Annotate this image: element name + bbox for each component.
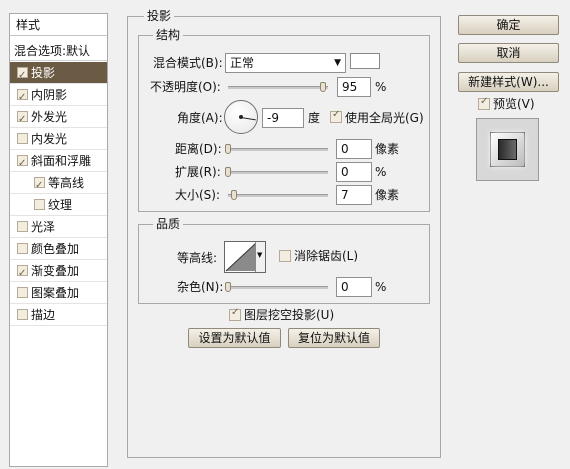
style-item[interactable]: 光泽 bbox=[10, 216, 107, 238]
style-item[interactable]: 颜色叠加 bbox=[10, 238, 107, 260]
knockout-label: 图层挖空投影(U) bbox=[244, 308, 335, 322]
distance-label: 距离(D): bbox=[175, 142, 222, 156]
style-item[interactable]: 内阴影 bbox=[10, 84, 107, 109]
noise-slider-track[interactable] bbox=[228, 286, 328, 289]
contour-dropdown-arrow[interactable]: ▼ bbox=[255, 242, 265, 272]
distance-slider-thumb[interactable] bbox=[225, 144, 231, 154]
style-item-checkbox[interactable] bbox=[17, 263, 28, 285]
style-item-label: 外发光 bbox=[31, 110, 68, 124]
style-item-checkbox[interactable] bbox=[17, 287, 28, 298]
size-slider-track[interactable] bbox=[228, 194, 328, 197]
spread-input[interactable]: 0 bbox=[336, 162, 372, 182]
size-input[interactable]: 7 bbox=[336, 185, 372, 205]
distance-input[interactable]: 0 bbox=[336, 139, 372, 159]
opacity-slider-thumb[interactable] bbox=[320, 82, 326, 92]
style-item-label: 渐变叠加 bbox=[31, 264, 80, 278]
chevron-down-icon: ▼ bbox=[257, 251, 263, 259]
size-unit: 像素 bbox=[375, 188, 400, 202]
style-item[interactable]: 纹理 bbox=[10, 194, 107, 216]
contour-picker[interactable]: ▼ bbox=[224, 241, 266, 273]
style-list: 样式 混合选项:默认 投影内阴影外发光内发光斜面和浮雕等高线纹理光泽颜色叠加渐变… bbox=[9, 13, 108, 467]
spread-label: 扩展(R): bbox=[175, 165, 221, 179]
style-item-label: 等高线 bbox=[48, 176, 85, 190]
global-light-label: 使用全局光(G) bbox=[345, 111, 424, 125]
style-item-checkbox[interactable] bbox=[34, 175, 45, 197]
reset-default-button[interactable]: 复位为默认值 bbox=[288, 328, 380, 348]
style-item-label: 颜色叠加 bbox=[31, 242, 80, 256]
style-item[interactable]: 外发光 bbox=[10, 106, 107, 131]
size-slider-thumb[interactable] bbox=[231, 190, 237, 200]
preview-thumbnail bbox=[476, 118, 539, 181]
angle-label: 角度(A): bbox=[177, 111, 223, 125]
structure-title: 结构 bbox=[153, 28, 184, 42]
angle-dial-center bbox=[239, 115, 243, 119]
style-item-checkbox[interactable] bbox=[17, 153, 28, 175]
style-item-checkbox[interactable] bbox=[17, 309, 28, 320]
cancel-button[interactable]: 取消 bbox=[458, 43, 559, 63]
new-style-button[interactable]: 新建样式(W)... bbox=[458, 72, 559, 92]
drop-shadow-title: 投影 bbox=[144, 9, 175, 23]
opacity-slider-track[interactable] bbox=[228, 86, 328, 89]
blend-mode-select[interactable]: 正常 ▼ bbox=[225, 53, 346, 73]
noise-unit: % bbox=[375, 280, 387, 294]
spread-unit: % bbox=[375, 165, 387, 179]
angle-input[interactable]: -9 bbox=[262, 108, 304, 128]
style-item[interactable]: 斜面和浮雕 bbox=[10, 150, 107, 175]
style-item-checkbox[interactable] bbox=[34, 199, 45, 210]
antialias-label: 消除锯齿(L) bbox=[294, 249, 359, 263]
noise-label: 杂色(N): bbox=[177, 280, 224, 294]
distance-slider-track[interactable] bbox=[228, 148, 328, 151]
angle-dial-hand bbox=[240, 117, 256, 121]
style-item[interactable]: 投影 bbox=[10, 62, 107, 87]
style-item-checkbox[interactable] bbox=[17, 109, 28, 131]
style-item[interactable]: 等高线 bbox=[10, 172, 107, 197]
style-item-label: 投影 bbox=[31, 66, 56, 80]
style-item-checkbox[interactable] bbox=[17, 243, 28, 254]
style-item[interactable]: 图案叠加 bbox=[10, 282, 107, 304]
style-item[interactable]: 描边 bbox=[10, 304, 107, 326]
style-item-label: 图案叠加 bbox=[31, 286, 80, 300]
knockout-checkbox[interactable] bbox=[229, 307, 241, 321]
ok-button[interactable]: 确定 bbox=[458, 15, 559, 35]
blend-mode-label: 混合模式(B): bbox=[153, 56, 223, 70]
opacity-unit: % bbox=[375, 80, 387, 94]
opacity-input[interactable]: 95 bbox=[337, 77, 371, 97]
contour-label: 等高线: bbox=[177, 251, 218, 265]
opacity-label: 不透明度(O): bbox=[150, 80, 221, 94]
style-item-label: 内阴影 bbox=[31, 88, 68, 102]
noise-input[interactable]: 0 bbox=[336, 277, 372, 297]
shadow-color-swatch[interactable] bbox=[350, 53, 380, 69]
style-item-label: 纹理 bbox=[48, 198, 73, 212]
blend-mode-value: 正常 bbox=[230, 56, 255, 70]
preview-inner bbox=[498, 139, 517, 160]
style-item-label: 内发光 bbox=[31, 132, 68, 146]
blend-options-item[interactable]: 混合选项:默认 bbox=[10, 41, 107, 61]
global-light-checkbox[interactable] bbox=[330, 109, 342, 123]
contour-curve-icon bbox=[225, 242, 257, 272]
style-list-header: 样式 bbox=[10, 14, 107, 36]
style-item[interactable]: 内发光 bbox=[10, 128, 107, 150]
distance-unit: 像素 bbox=[375, 142, 400, 156]
preview-label: 预览(V) bbox=[493, 97, 535, 111]
make-default-button[interactable]: 设置为默认值 bbox=[188, 328, 281, 348]
antialias-checkbox[interactable] bbox=[279, 250, 291, 262]
quality-title: 品质 bbox=[153, 217, 184, 231]
preview-checkbox[interactable] bbox=[478, 96, 490, 110]
style-item-label: 斜面和浮雕 bbox=[31, 154, 92, 168]
style-item-checkbox[interactable] bbox=[17, 87, 28, 109]
chevron-down-icon: ▼ bbox=[334, 58, 341, 68]
size-label: 大小(S): bbox=[175, 188, 221, 202]
style-item[interactable]: 渐变叠加 bbox=[10, 260, 107, 285]
preview-swatch bbox=[491, 133, 524, 166]
style-item-checkbox[interactable] bbox=[17, 133, 28, 144]
noise-slider-thumb[interactable] bbox=[225, 282, 231, 292]
style-item-checkbox[interactable] bbox=[17, 221, 28, 232]
style-item-label: 光泽 bbox=[31, 220, 56, 234]
spread-slider-thumb[interactable] bbox=[225, 167, 231, 177]
angle-dial[interactable] bbox=[224, 100, 258, 134]
style-item-checkbox[interactable] bbox=[17, 65, 28, 87]
spread-slider-track[interactable] bbox=[228, 171, 328, 174]
angle-unit: 度 bbox=[308, 111, 321, 125]
style-item-label: 描边 bbox=[31, 308, 56, 322]
